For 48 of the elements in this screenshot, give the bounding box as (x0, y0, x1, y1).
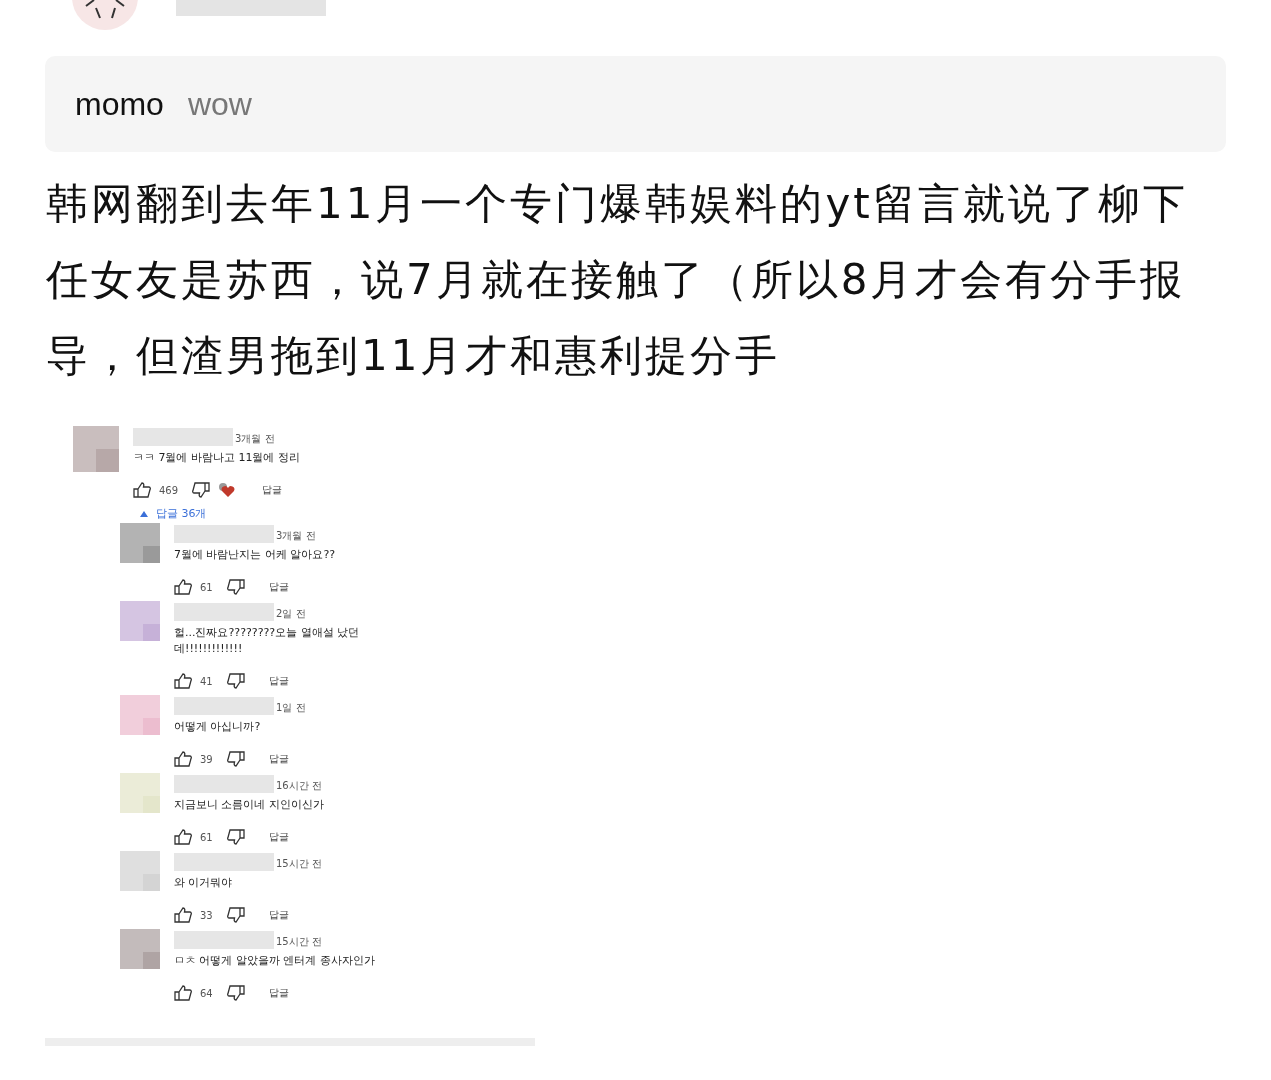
reply-button[interactable]: 답글 (262, 483, 283, 497)
like-icon[interactable] (174, 985, 192, 1001)
comment-text: 어떻게 아십니까? (174, 719, 262, 735)
comment-text: 7월에 바람난지는 어케 알아요?? (174, 547, 336, 563)
comment-text: ㅁㅊ 어떻게 알았을까 엔터계 종사자인가 (174, 953, 375, 969)
reply-button[interactable]: 답글 (268, 908, 289, 922)
comment-time: 3개월 전 (276, 529, 316, 543)
like-icon[interactable] (133, 482, 151, 498)
collapse-icon (140, 510, 148, 517)
comment-time: 15시간 전 (276, 857, 322, 871)
reply-button[interactable]: 답글 (268, 674, 289, 688)
avatar-icon (72, 0, 138, 30)
dislike-icon[interactable] (226, 985, 245, 1001)
comment-text: ㅋㅋ 7월에 바람나고 11월에 정리 (133, 450, 300, 466)
reply-button[interactable]: 답글 (268, 986, 289, 1000)
quote-text: wow (187, 85, 252, 123)
comment-time: 3개월 전 (235, 432, 275, 446)
like-icon[interactable] (174, 829, 192, 845)
like-count: 33 (200, 909, 213, 921)
like-count: 39 (200, 753, 213, 765)
like-icon[interactable] (174, 907, 192, 923)
like-icon[interactable] (174, 751, 192, 767)
like-count: 61 (200, 831, 213, 843)
comment-text: 헐...진짜요????????오늘 열애설 났던데!!!!!!!!!!!!! (174, 625, 361, 657)
comment-text: 와 이거뭐야 (174, 875, 234, 891)
post-text: 韩网翻到去年11月一个专门爆韩娱料的yt留言就说了柳下任女友是苏西，说7月就在接触了（所以8月才会有分手报导，但渣男拖到11月才和惠利提分手 (46, 178, 1189, 382)
like-count: 41 (200, 675, 213, 687)
comment-time: 16시간 전 (276, 779, 322, 793)
dislike-icon[interactable] (226, 751, 245, 767)
dislike-icon[interactable] (192, 482, 211, 498)
dislike-icon[interactable] (226, 907, 245, 923)
reply-button[interactable]: 답글 (268, 830, 289, 844)
like-count: 61 (200, 581, 213, 593)
reply-button[interactable]: 답글 (268, 580, 289, 594)
dislike-icon[interactable] (226, 673, 245, 689)
comment-text: 지금보니 소름이네 지인이신가 (174, 797, 324, 813)
like-icon[interactable] (174, 673, 192, 689)
like-icon[interactable] (174, 579, 192, 595)
reply-button[interactable]: 답글 (268, 752, 289, 766)
comment-time: 15시간 전 (276, 935, 322, 949)
comment-time: 1일 전 (276, 701, 306, 715)
dislike-icon[interactable] (226, 579, 245, 595)
dislike-icon[interactable] (226, 829, 245, 845)
like-count: 469 (159, 484, 179, 496)
like-count: 64 (200, 987, 213, 999)
replies-toggle[interactable]: 답글 36개 (45, 506, 535, 521)
quote-username[interactable]: momo (75, 85, 164, 123)
comment-time: 2일 전 (276, 607, 306, 621)
